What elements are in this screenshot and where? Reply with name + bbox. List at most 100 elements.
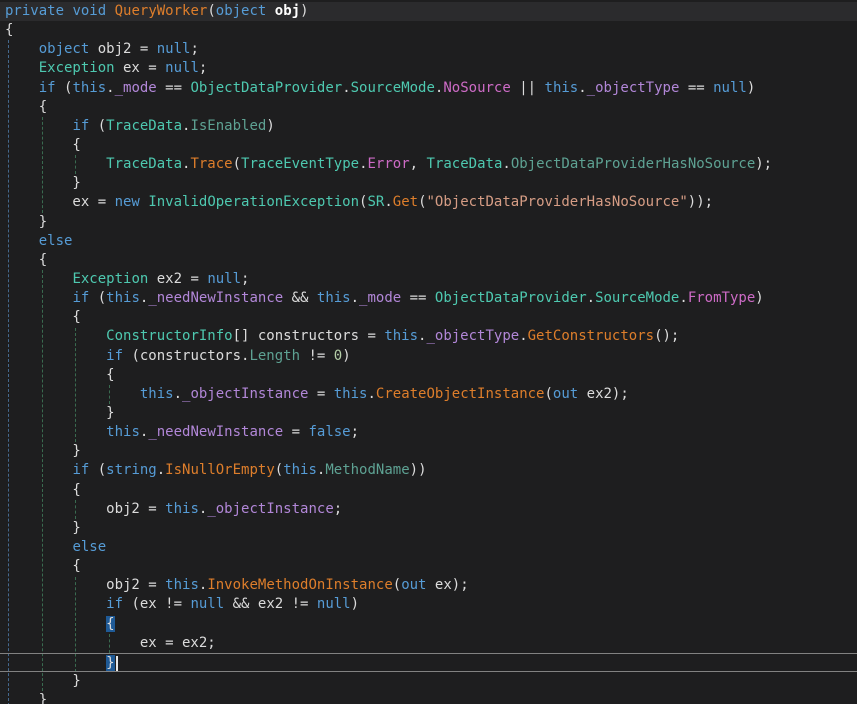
code-token: (); bbox=[654, 328, 679, 344]
code-line-3[interactable]: object obj2 = null; bbox=[0, 40, 857, 59]
code-line-1[interactable]: private void QueryWorker(object obj) bbox=[0, 2, 857, 21]
code-token: InvokeMethodOnInstance bbox=[207, 577, 392, 593]
code-line-25[interactable]: if (string.IsNullOrEmpty(this.MethodName… bbox=[0, 461, 857, 480]
code-line-5[interactable]: if (this._mode == ObjectDataProvider.Sou… bbox=[0, 79, 857, 98]
code-token: _needNewInstance bbox=[148, 290, 283, 306]
code-token: string bbox=[106, 462, 157, 478]
code-token: { bbox=[5, 367, 115, 383]
code-token: new bbox=[115, 194, 140, 210]
code-token: ); bbox=[755, 156, 772, 172]
code-token: this bbox=[165, 501, 199, 517]
code-line-2[interactable]: { bbox=[0, 21, 857, 40]
code-token: obj2 = bbox=[5, 577, 165, 593]
code-line-37[interactable]: } bbox=[0, 691, 857, 704]
code-token: this bbox=[106, 290, 140, 306]
code-token: ; bbox=[190, 41, 198, 57]
code-token: 0 bbox=[334, 348, 342, 364]
code-line-16[interactable]: if (this._needNewInstance && this._mode … bbox=[0, 289, 857, 308]
code-token: == bbox=[679, 80, 713, 96]
code-line-28[interactable]: } bbox=[0, 519, 857, 538]
code-token: ) bbox=[747, 80, 755, 96]
code-lines-container: private void QueryWorker(object obj){ ob… bbox=[0, 2, 857, 704]
code-token: ex = ex2; bbox=[5, 635, 216, 651]
code-token: _needNewInstance bbox=[148, 424, 283, 440]
code-line-21[interactable]: this._objectInstance = this.CreateObject… bbox=[0, 385, 857, 404]
caret bbox=[116, 656, 118, 671]
code-token bbox=[5, 348, 106, 364]
code-line-4[interactable]: Exception ex = null; bbox=[0, 59, 857, 78]
code-line-10[interactable]: } bbox=[0, 174, 857, 193]
code-token bbox=[5, 328, 106, 344]
code-line-6[interactable]: { bbox=[0, 98, 857, 117]
code-token: GetConstructors bbox=[528, 328, 654, 344]
code-token: ( bbox=[393, 577, 401, 593]
code-token: { bbox=[5, 137, 81, 153]
code-token: object bbox=[39, 41, 90, 57]
code-token: this bbox=[106, 424, 140, 440]
code-token: ( bbox=[544, 386, 552, 402]
code-line-35[interactable]: } bbox=[0, 653, 857, 672]
code-line-7[interactable]: if (TraceData.IsEnabled) bbox=[0, 117, 857, 136]
code-line-17[interactable]: { bbox=[0, 308, 857, 327]
code-token: . bbox=[578, 80, 586, 96]
code-token: } bbox=[5, 214, 47, 230]
code-token bbox=[106, 3, 114, 19]
code-token: ( bbox=[275, 462, 283, 478]
code-line-36[interactable]: } bbox=[0, 672, 857, 691]
code-token: ObjectDataProviderHasNoSource bbox=[511, 156, 755, 172]
code-token bbox=[5, 233, 39, 249]
code-line-8[interactable]: { bbox=[0, 136, 857, 155]
code-token: ) bbox=[300, 3, 308, 19]
code-token bbox=[5, 596, 106, 612]
code-line-31[interactable]: obj2 = this.InvokeMethodOnInstance(out e… bbox=[0, 576, 857, 595]
code-line-9[interactable]: TraceData.Trace(TraceEventType.Error, Tr… bbox=[0, 155, 857, 174]
code-token: this bbox=[545, 80, 579, 96]
code-line-26[interactable]: { bbox=[0, 481, 857, 500]
code-token: )) bbox=[410, 462, 427, 478]
code-token: else bbox=[72, 539, 106, 555]
code-line-29[interactable]: else bbox=[0, 538, 857, 557]
code-token: null bbox=[165, 60, 199, 76]
code-token: { bbox=[5, 482, 81, 498]
code-token: null bbox=[157, 41, 191, 57]
code-line-22[interactable]: } bbox=[0, 404, 857, 423]
code-line-24[interactable]: } bbox=[0, 442, 857, 461]
code-token: null bbox=[207, 271, 241, 287]
code-token: ( bbox=[89, 462, 106, 478]
code-line-19[interactable]: if (constructors.Length != 0) bbox=[0, 347, 857, 366]
code-token: _mode bbox=[115, 80, 157, 96]
code-line-18[interactable]: ConstructorInfo[] constructors = this._o… bbox=[0, 327, 857, 346]
code-line-34[interactable]: ex = ex2; bbox=[0, 634, 857, 653]
code-line-11[interactable]: ex = new InvalidOperationException(SR.Ge… bbox=[0, 193, 857, 212]
code-line-30[interactable]: { bbox=[0, 557, 857, 576]
code-line-27[interactable]: obj2 = this._objectInstance; bbox=[0, 500, 857, 519]
code-token: == bbox=[401, 290, 435, 306]
code-token: { bbox=[5, 22, 13, 38]
code-line-33[interactable]: { bbox=[0, 615, 857, 634]
code-token: } bbox=[5, 405, 115, 421]
code-token: == bbox=[157, 80, 191, 96]
code-line-14[interactable]: { bbox=[0, 251, 857, 270]
code-token: ( bbox=[56, 80, 73, 96]
code-token: } bbox=[5, 443, 81, 459]
code-token: . bbox=[351, 290, 359, 306]
code-line-12[interactable]: } bbox=[0, 213, 857, 232]
code-token bbox=[5, 616, 106, 632]
code-token: this bbox=[317, 290, 351, 306]
code-line-15[interactable]: Exception ex2 = null; bbox=[0, 270, 857, 289]
code-line-32[interactable]: if (ex != null && ex2 != null) bbox=[0, 595, 857, 614]
code-token: if bbox=[72, 462, 89, 478]
code-token: ( bbox=[418, 194, 426, 210]
code-token: . bbox=[367, 386, 375, 402]
code-token: out bbox=[401, 577, 426, 593]
code-token: != bbox=[300, 348, 334, 364]
code-line-13[interactable]: else bbox=[0, 232, 857, 251]
code-line-23[interactable]: this._needNewInstance = false; bbox=[0, 423, 857, 442]
code-line-20[interactable]: { bbox=[0, 366, 857, 385]
code-token: { bbox=[5, 558, 81, 574]
code-token: obj bbox=[275, 3, 300, 19]
code-token: } bbox=[5, 692, 47, 704]
code-editor[interactable]: private void QueryWorker(object obj){ ob… bbox=[0, 0, 857, 704]
code-token: QueryWorker bbox=[115, 3, 208, 19]
code-token: null bbox=[190, 596, 224, 612]
